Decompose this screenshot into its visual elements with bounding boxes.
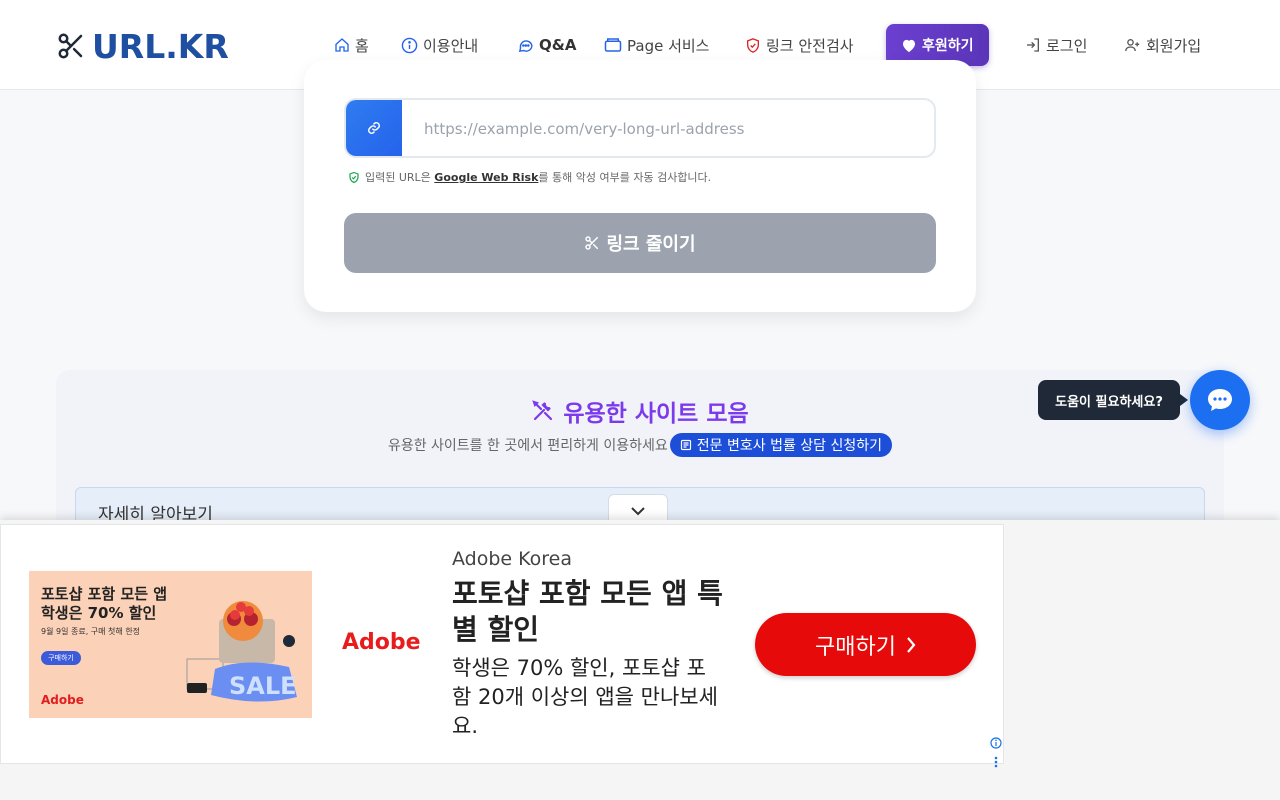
safety-note-suffix: 를 통해 악성 여부를 자동 검사합니다. — [538, 171, 712, 184]
nav-login[interactable]: 로그인 — [1025, 24, 1087, 66]
shorten-button-label: 링크 줄이기 — [606, 234, 696, 255]
help-chat-button[interactable] — [1190, 370, 1250, 430]
nav-page-service-label: Page 서비스 — [627, 36, 710, 55]
nav-signup-label: 회원가입 — [1146, 36, 1202, 55]
link-icon — [368, 122, 380, 134]
sale-illustration: SALE — [186, 601, 297, 702]
help-tooltip: 도움이 필요하세요? — [1038, 380, 1188, 420]
safety-note-prefix: 입력된 URL은 — [365, 171, 435, 184]
url-input[interactable] — [422, 115, 916, 143]
ad-body: 학생은 70% 할인, 포토샵 포함 20개 이상의 앱을 만나보세요. — [452, 656, 718, 738]
shield-icon — [747, 37, 759, 53]
ad-image[interactable]: 포토샵 포함 모든 앱 학생은 70% 할인 9월 9일 종료, 구매 첫해 한… — [29, 571, 312, 718]
ad-cta-button[interactable]: 구매하기 — [755, 613, 976, 676]
tools-icon — [532, 400, 553, 421]
safety-note: 입력된 URL은 Google Web Risk를 통해 악성 여부를 자동 검… — [348, 168, 711, 186]
useful-sites-subtitle-text: 유용한 사이트를 한 곳에서 편리하게 이용하세요 — [387, 438, 668, 454]
google-web-risk-link[interactable]: Google Web Risk — [434, 171, 538, 184]
useful-sites-subtitle: 유용한 사이트를 한 곳에서 편리하게 이용하세요 전문 변호사 법률 상담 신… — [0, 432, 1280, 458]
useful-sites-title-text: 유용한 사이트 모음 — [563, 401, 749, 427]
link-icon-box — [346, 100, 402, 156]
shield-check-icon — [349, 171, 359, 183]
login-icon — [1027, 38, 1039, 52]
adobe-logo[interactable]: Adobe — [342, 630, 421, 655]
scissors-icon — [585, 236, 599, 250]
nav-guide-label: 이용안내 — [423, 36, 479, 55]
ad-info-controls[interactable] — [990, 734, 1002, 768]
lawyer-consult-link[interactable]: 전문 변호사 법률 상담 신청하기 — [669, 433, 893, 457]
user-plus-icon — [1125, 39, 1140, 52]
document-icon — [680, 439, 691, 451]
donate-label: 후원하기 — [922, 38, 974, 54]
svg-text:SALE: SALE — [229, 672, 297, 700]
nav-login-label: 로그인 — [1046, 36, 1088, 55]
lawyer-consult-label: 전문 변호사 법률 상담 신청하기 — [696, 438, 883, 454]
nav-link-check-label: 링크 안전검사 — [766, 36, 854, 55]
heart-icon — [903, 39, 915, 52]
ad-menu-icon — [994, 756, 998, 768]
info-icon — [401, 37, 418, 53]
ad-cta-label: 구매하기 — [815, 634, 896, 660]
chat-bubble-icon — [1208, 389, 1232, 411]
nav-qa-label: Q&A — [539, 36, 577, 54]
url-input-group — [344, 98, 936, 158]
ad-headline[interactable]: 포토샵 포함 모든 앱 특별 할인 — [452, 576, 742, 648]
ad-advertiser[interactable]: Adobe Korea — [452, 548, 572, 570]
nav-home-label: 홈 — [355, 36, 369, 55]
ad-info-icon — [990, 737, 1002, 749]
home-icon — [335, 38, 349, 52]
folder-icon — [604, 38, 622, 52]
chevron-down-icon — [631, 507, 645, 516]
nav-signup[interactable]: 회원가입 — [1124, 24, 1201, 66]
shorten-button[interactable]: 링크 줄이기 — [344, 213, 936, 273]
chat-icon — [518, 39, 533, 52]
chevron-right-icon — [907, 636, 916, 653]
